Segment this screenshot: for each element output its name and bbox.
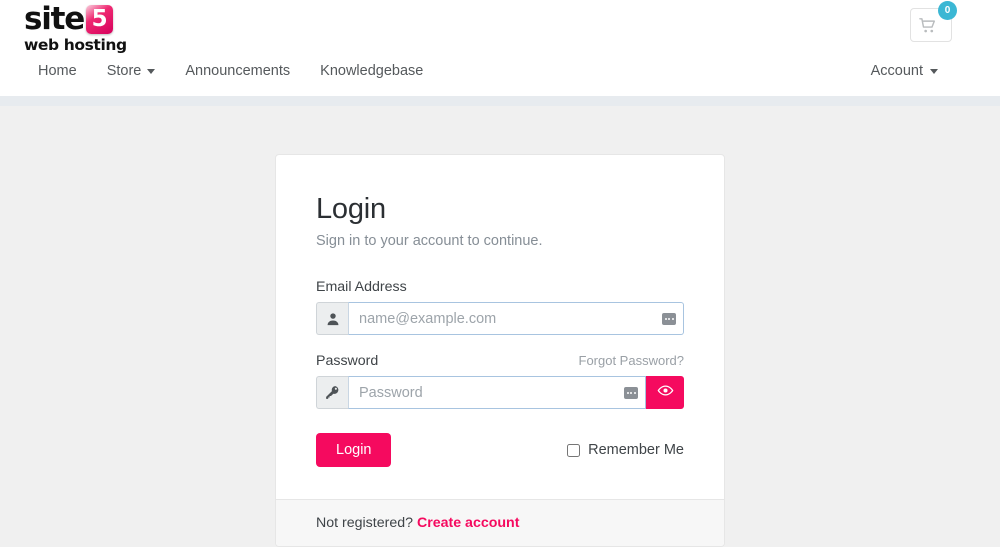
forgot-password-link[interactable]: Forgot Password? — [579, 353, 685, 368]
remember-me-checkbox[interactable] — [567, 443, 581, 457]
nav-item-label: Announcements — [185, 63, 291, 79]
nav-item-knowledgebase[interactable]: Knowledgebase — [305, 63, 438, 79]
nav-item-label: Store — [106, 63, 142, 79]
shopping-cart-icon — [919, 17, 937, 38]
nav-item-store[interactable]: Store — [92, 63, 171, 79]
remember-me-control[interactable]: Remember Me — [567, 442, 684, 458]
cart-button[interactable]: 0 — [910, 1, 957, 42]
main-navigation: Home Store Announcements Knowledgebase — [28, 63, 438, 79]
nav-item-announcements[interactable]: Announcements — [170, 63, 305, 79]
user-icon — [316, 302, 348, 335]
password-label: Password — [316, 353, 379, 369]
email-input-wrap — [348, 302, 684, 335]
email-label-row: Email Address — [316, 279, 684, 295]
password-input-group — [316, 376, 684, 409]
login-subtitle: Sign in to your account to continue. — [316, 233, 543, 249]
nav-item-label: Knowledgebase — [320, 63, 424, 79]
email-input-group — [316, 302, 684, 335]
login-card-body: Login Sign in to your account to continu… — [276, 155, 724, 499]
account-menu-label: Account — [870, 63, 923, 79]
site-header: site 5 web hosting 0 Home Store Announce… — [0, 0, 1000, 96]
email-input[interactable] — [348, 302, 684, 335]
chevron-down-icon — [147, 68, 156, 74]
brand-tagline: web hosting — [24, 36, 127, 54]
nav-item-home[interactable]: Home — [28, 63, 92, 79]
eye-icon — [657, 382, 674, 404]
password-label-row: Password Forgot Password? — [316, 353, 684, 369]
account-menu[interactable]: Account — [871, 63, 938, 79]
nav-item-label: Home — [38, 63, 77, 79]
cart-count-badge: 0 — [938, 1, 957, 20]
login-actions-row: Login Remember Me — [316, 433, 684, 467]
password-input-wrap — [348, 376, 646, 409]
chevron-down-icon — [930, 68, 938, 74]
page-title: Login — [316, 193, 386, 225]
key-icon — [316, 376, 348, 409]
remember-me-label: Remember Me — [588, 442, 684, 458]
login-card: Login Sign in to your account to continu… — [275, 154, 725, 547]
header-divider-strip — [0, 96, 1000, 106]
brand-logo[interactable]: site 5 web hosting — [24, 4, 127, 54]
create-account-link[interactable]: Create account — [417, 515, 520, 531]
page-content: Login Sign in to your account to continu… — [0, 106, 1000, 547]
email-label: Email Address — [316, 279, 407, 295]
brand-logo-top: site 5 — [24, 1, 114, 37]
brand-name: site — [24, 1, 85, 37]
password-input[interactable] — [348, 376, 646, 409]
register-prompt: Not registered? — [316, 515, 413, 531]
toggle-password-visibility-button[interactable] — [646, 376, 684, 409]
brand-badge-five: 5 — [86, 5, 114, 34]
login-button[interactable]: Login — [316, 433, 392, 467]
